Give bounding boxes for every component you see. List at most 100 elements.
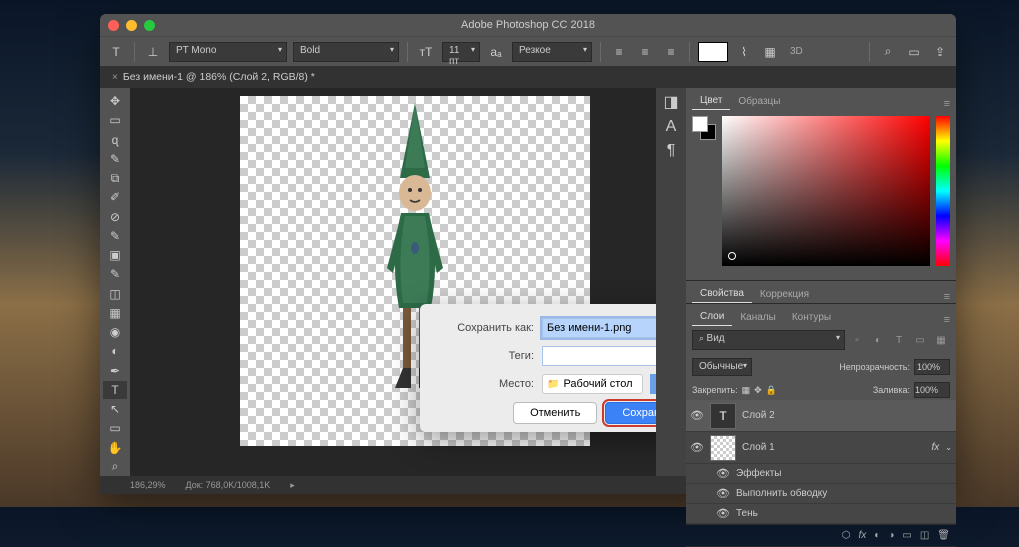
search-icon[interactable]: ⌕ (878, 42, 898, 62)
maximize-window-button[interactable] (144, 20, 155, 31)
font-size-select[interactable]: 11 пт (442, 42, 480, 62)
lasso-tool[interactable]: ɋ (103, 131, 127, 149)
document-tab[interactable]: × Без имени-1 @ 186% (Слой 2, RGB/8) * (104, 68, 323, 86)
layer-effect-row[interactable]: 👁 Эффекты (686, 464, 956, 484)
filter-adjust-icon[interactable]: ◐ (869, 331, 887, 349)
adjustment-icon[interactable]: ◑ (888, 530, 894, 541)
opacity-input[interactable] (914, 359, 950, 375)
color-field[interactable] (722, 116, 930, 266)
history-panel-icon[interactable]: ◨ (663, 92, 678, 112)
layer-effect-row[interactable]: 👁 Тень (686, 504, 956, 524)
workspace-icon[interactable]: ▭ (904, 42, 924, 62)
crop-tool[interactable]: ⧉ (103, 169, 127, 187)
hue-slider[interactable] (936, 116, 950, 266)
close-tab-icon[interactable]: × (112, 72, 118, 83)
properties-tab[interactable]: Свойства (692, 285, 752, 303)
color-swatch[interactable] (692, 116, 716, 140)
share-icon[interactable]: ⇪ (930, 42, 950, 62)
orientation-icon[interactable]: ⊥ (143, 42, 163, 62)
save-button[interactable]: Сохранить (605, 402, 656, 424)
minimize-window-button[interactable] (126, 20, 137, 31)
canvas-area[interactable]: Сохранить как: Теги: Место: 📁 Рабочий ст… (130, 88, 656, 476)
filter-type-icon[interactable]: T (890, 331, 908, 349)
layer-row[interactable]: 👁 T Слой 2 (686, 400, 956, 432)
visibility-icon[interactable]: 👁 (690, 409, 704, 422)
lock-pixels-icon[interactable]: ▦ (742, 385, 751, 396)
align-right-icon[interactable]: ≡ (661, 42, 681, 62)
path-tool[interactable]: ↖ (103, 400, 127, 418)
healing-tool[interactable]: ⊘ (103, 208, 127, 226)
cancel-button[interactable]: Отменить (513, 402, 597, 424)
visibility-icon[interactable]: 👁 (716, 467, 730, 480)
swatches-tab[interactable]: Образцы (730, 93, 788, 110)
threed-button[interactable]: 3D (786, 44, 807, 59)
blur-tool[interactable]: ◉ (103, 323, 127, 341)
lock-position-icon[interactable]: ✥ (754, 385, 762, 396)
adjustments-tab[interactable]: Коррекция (752, 286, 817, 303)
location-combo[interactable]: 📁 Рабочий стол (542, 374, 643, 394)
zoom-tool[interactable]: ⌕ (103, 458, 127, 476)
move-tool[interactable]: ✥ (103, 92, 127, 110)
stamp-tool[interactable]: ▣ (103, 246, 127, 264)
panel-menu-icon[interactable]: ≡ (938, 314, 956, 326)
doc-size: Док: 768,0K/1008,1K (186, 480, 271, 490)
hand-tool[interactable]: ✋ (103, 439, 127, 457)
main-area: ✥ ▭ ɋ ✎ ⧉ ✐ ⊘ ✎ ▣ ✎ ◫ ▦ ◉ ◐ ✒ T ↖ ▭ ✋ ⌕ (100, 88, 956, 476)
quick-select-tool[interactable]: ✎ (103, 150, 127, 168)
paths-tab[interactable]: Контуры (784, 309, 839, 326)
font-family-select[interactable]: PT Mono (169, 42, 287, 62)
trash-icon[interactable]: 🗑 (937, 530, 950, 541)
align-left-icon[interactable]: ≡ (609, 42, 629, 62)
filter-smart-icon[interactable]: ▦ (932, 331, 950, 349)
char-mini-icon[interactable]: A (666, 118, 677, 136)
chevron-down-icon[interactable]: ⌄ (945, 443, 952, 452)
tags-input[interactable] (542, 346, 656, 366)
fx-icon[interactable]: fx (859, 530, 867, 541)
fill-label: Заливка: (873, 385, 910, 395)
new-layer-icon[interactable]: ◫ (920, 530, 929, 541)
visibility-icon[interactable]: 👁 (690, 441, 704, 454)
marquee-tool[interactable]: ▭ (103, 111, 127, 129)
blend-mode-select[interactable]: Обычные (692, 358, 752, 376)
char-panel-icon[interactable]: ▦ (760, 42, 780, 62)
dodge-tool[interactable]: ◐ (103, 342, 127, 360)
layer-row[interactable]: 👁 Слой 1 fx ⌄ (686, 432, 956, 464)
link-layers-icon[interactable]: ⬡ (842, 530, 851, 541)
visibility-icon[interactable]: 👁 (716, 507, 730, 520)
panel-menu-icon[interactable]: ≡ (938, 98, 956, 110)
location-dropdown-icon[interactable]: ▾ (650, 374, 656, 394)
para-mini-icon[interactable]: ¶ (667, 142, 676, 160)
shape-tool[interactable]: ▭ (103, 419, 127, 437)
eraser-tool[interactable]: ◫ (103, 285, 127, 303)
antialias-select[interactable]: Резкое (512, 42, 592, 62)
layer-thumb (710, 435, 736, 461)
status-chevron-icon[interactable]: ▸ (290, 480, 295, 491)
pen-tool[interactable]: ✒ (103, 362, 127, 380)
warp-text-icon[interactable]: ⌇ (734, 42, 754, 62)
zoom-level[interactable]: 186,29% (130, 480, 166, 490)
eyedropper-tool[interactable]: ✐ (103, 188, 127, 206)
layer-effect-row[interactable]: 👁 Выполнить обводку (686, 484, 956, 504)
brush-tool[interactable]: ✎ (103, 227, 127, 245)
lock-all-icon[interactable]: 🔒 (766, 385, 777, 396)
close-window-button[interactable] (108, 20, 119, 31)
history-brush-tool[interactable]: ✎ (103, 265, 127, 283)
panel-menu-icon[interactable]: ≡ (938, 291, 956, 303)
gradient-tool[interactable]: ▦ (103, 304, 127, 322)
filter-shape-icon[interactable]: ▭ (911, 331, 929, 349)
text-color-swatch[interactable] (698, 42, 728, 62)
align-center-icon[interactable]: ≡ (635, 42, 655, 62)
mask-icon[interactable]: ◐ (874, 530, 880, 541)
channels-tab[interactable]: Каналы (732, 309, 784, 326)
layers-tab[interactable]: Слои (692, 308, 732, 326)
type-tool[interactable]: T (103, 381, 127, 399)
font-weight-select[interactable]: Bold (293, 42, 399, 62)
filename-input[interactable] (542, 318, 656, 338)
visibility-icon[interactable]: 👁 (716, 487, 730, 500)
fill-input[interactable] (914, 382, 950, 398)
filter-image-icon[interactable]: ▫ (848, 331, 866, 349)
group-icon[interactable]: ▭ (902, 530, 911, 541)
color-tab[interactable]: Цвет (692, 92, 730, 110)
tags-label: Теги: (434, 350, 534, 362)
layer-filter-select[interactable]: ⌕ Вид (692, 330, 845, 350)
